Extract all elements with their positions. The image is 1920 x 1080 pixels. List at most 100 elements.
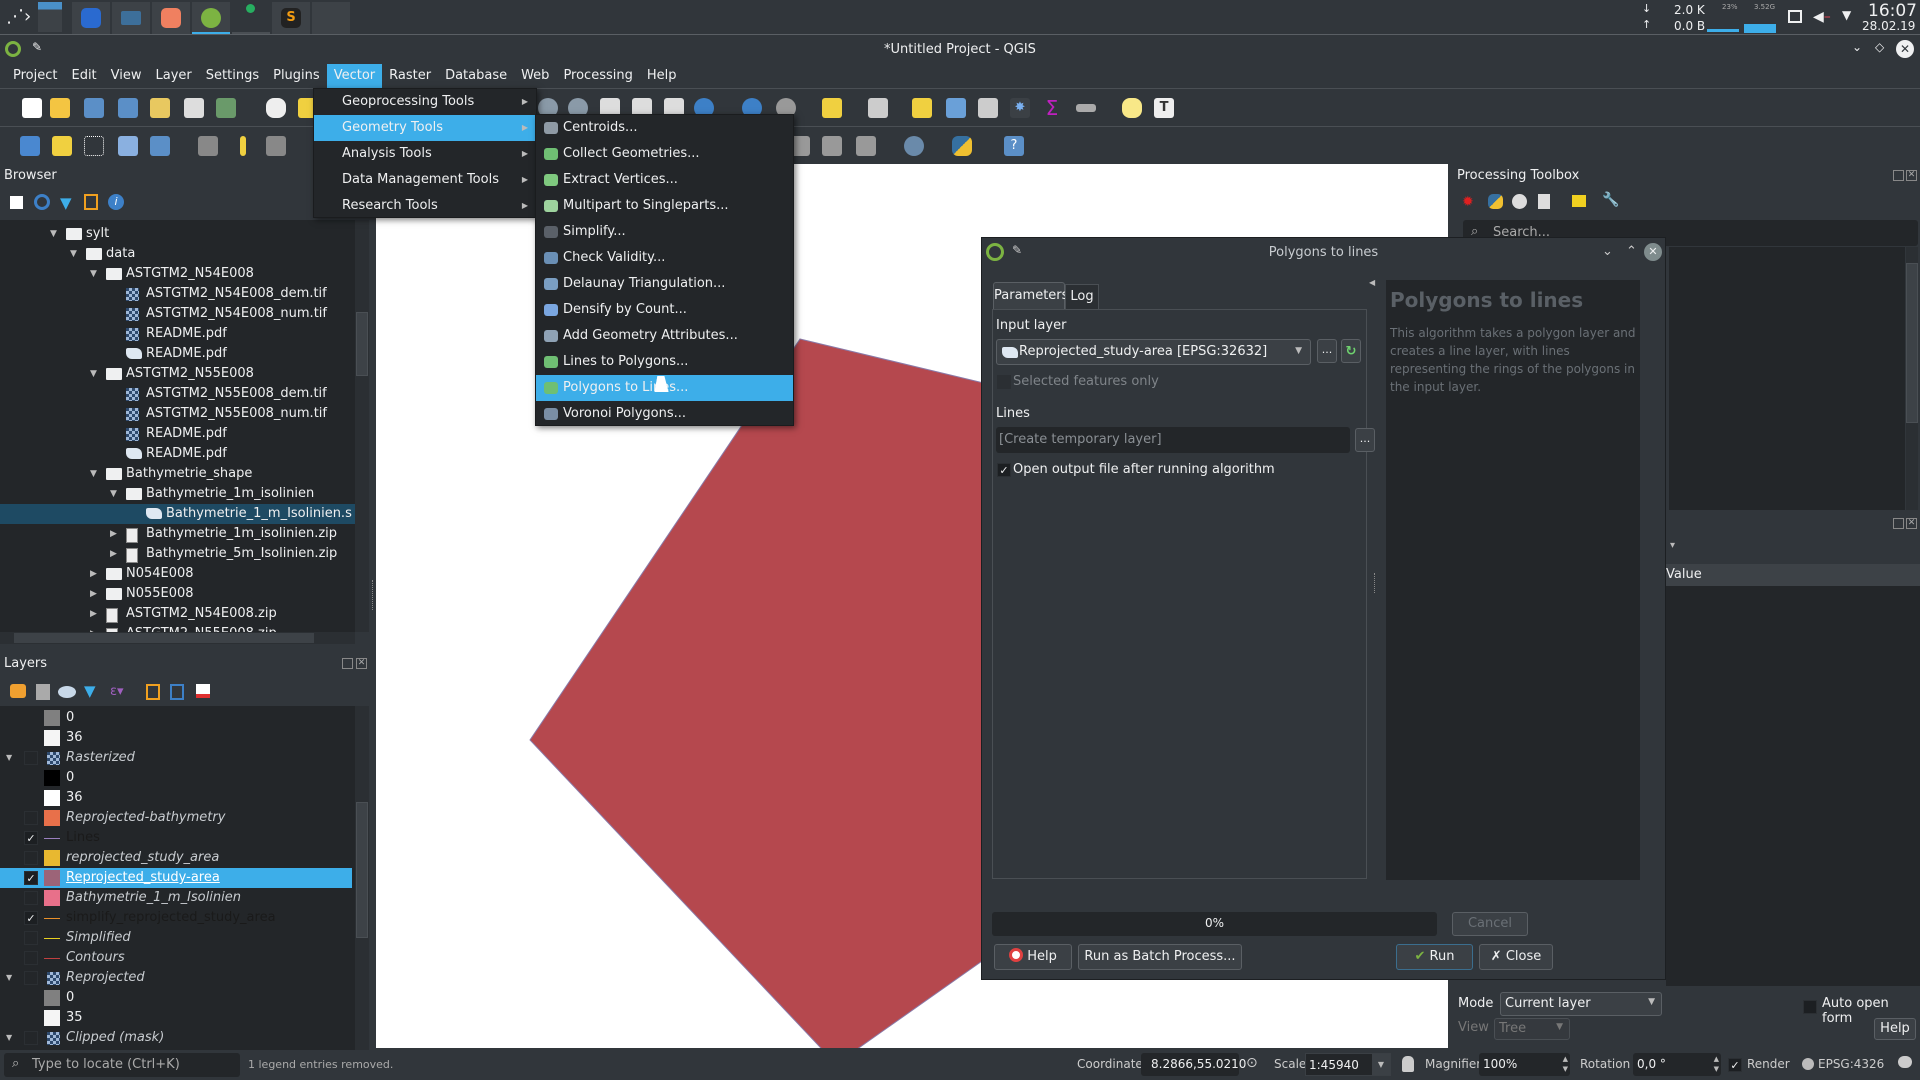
statistics-sigma-icon[interactable]: Σ <box>1042 98 1062 118</box>
layout-manager-icon[interactable] <box>184 98 204 118</box>
layer-visibility-checkbox[interactable] <box>24 971 38 985</box>
dock-close-icon[interactable]: ✕ <box>356 658 367 669</box>
layer-visibility-checkbox[interactable]: ✓ <box>24 911 38 925</box>
selected-features-only-checkbox[interactable] <box>997 375 1011 389</box>
view-select[interactable]: Tree ▼ <box>1494 1018 1570 1040</box>
menu-database[interactable]: Database <box>438 64 514 88</box>
pager-icon[interactable] <box>38 2 62 32</box>
legend-entry[interactable]: 0 <box>0 768 352 788</box>
expand-arrow-icon[interactable]: ▼ <box>90 264 102 284</box>
dock-close-icon[interactable]: ✕ <box>1906 170 1917 181</box>
dock-float-icon[interactable] <box>1893 518 1904 529</box>
open-project-icon[interactable] <box>50 98 70 118</box>
browser-item[interactable]: ▼ ASTGTM2_N55E008 <box>0 364 355 384</box>
browser-item[interactable]: ▼ sylt <box>0 224 355 244</box>
clock-date[interactable]: 28.02.19 <box>1862 19 1915 33</box>
toggle-editing-icon[interactable] <box>240 136 246 156</box>
app-launcher-icon[interactable]: ⋰› <box>6 6 31 28</box>
new-geopackage-icon[interactable] <box>52 136 72 156</box>
crs-globe-icon[interactable] <box>1802 1058 1814 1070</box>
map-tips-icon[interactable] <box>1122 98 1142 118</box>
clock-time[interactable]: 16:07 <box>1868 1 1917 21</box>
expand-arrow-icon[interactable]: ▼ <box>50 224 62 244</box>
layer-item[interactable]: ▼ Reprojected <box>0 968 352 988</box>
menu-settings[interactable]: Settings <box>199 64 266 88</box>
browser-item[interactable]: README.pdf <box>0 344 355 364</box>
deselect-icon[interactable] <box>912 98 932 118</box>
help-collapse-arrow-icon[interactable]: ◀ <box>1369 278 1375 287</box>
expand-all-icon[interactable] <box>146 684 160 700</box>
layer-visibility-checkbox[interactable] <box>24 811 38 825</box>
geometry-menu-item[interactable]: Centroids... <box>536 115 793 141</box>
geometry-menu-item[interactable]: Extract Vertices... <box>536 167 793 193</box>
expand-arrow-icon[interactable]: ▼ <box>90 364 102 384</box>
results-viewer-icon[interactable] <box>1538 194 1550 209</box>
legend-entry[interactable]: 36 <box>0 788 352 808</box>
browser-item[interactable]: ▼ data <box>0 244 355 264</box>
input-layer-select[interactable]: Reprojected_study-area [EPSG:32632] ▼ <box>996 339 1311 365</box>
layers-scroll-thumb[interactable] <box>356 802 368 938</box>
layer-item[interactable]: Reprojected-bathymetry <box>0 808 352 828</box>
toggle-extents-mouse-icon[interactable]: ⊙ <box>1246 1055 1258 1071</box>
browser-item[interactable]: ▶ Bathymetrie_1m_isolinien.zip <box>0 524 355 544</box>
browser-item[interactable]: ▶ N055E008 <box>0 584 355 604</box>
browser-item[interactable]: README.pdf <box>0 444 355 464</box>
add-selected-icon[interactable] <box>10 196 23 209</box>
coordinate-field[interactable]: 8.2866,55.0210 <box>1141 1053 1246 1076</box>
browser-item[interactable]: ▼ Bathymetrie_shape <box>0 464 355 484</box>
menu-layer[interactable]: Layer <box>149 64 199 88</box>
browser-item[interactable]: ASTGTM2_N54E008_dem.tif <box>0 284 355 304</box>
manage-visibility-icon[interactable] <box>58 686 76 698</box>
data-source-manager-icon[interactable] <box>20 136 40 156</box>
collapse-arrow-icon[interactable]: ▶ <box>110 524 122 544</box>
vector-menu-item[interactable]: Geoprocessing Tools ▶ <box>314 89 536 115</box>
identify-help-button[interactable]: Help <box>1874 1018 1916 1040</box>
tab-parameters[interactable]: Parameters <box>993 282 1068 310</box>
run-as-batch-button[interactable]: Run as Batch Process... <box>1078 944 1242 970</box>
expand-arrow-icon[interactable]: ▼ <box>6 1028 12 1048</box>
browser-item[interactable]: ASTGTM2_N55E008_num.tif <box>0 404 355 424</box>
taskbar-app-qgis[interactable] <box>192 2 230 34</box>
lock-scale-icon[interactable] <box>1402 1056 1414 1072</box>
layer-item[interactable]: ▼ Clipped (mask) <box>0 1028 352 1048</box>
locator-input[interactable]: ⌕ Type to locate (Ctrl+K) <box>4 1053 240 1077</box>
geometry-menu-item[interactable]: Lines to Polygons... <box>536 349 793 375</box>
collapse-arrow-icon[interactable]: ▶ <box>110 544 122 564</box>
menu-project[interactable]: Project <box>6 64 64 88</box>
filter-legend-icon[interactable]: ▼ <box>84 682 96 700</box>
dialog-close-icon[interactable]: ✕ <box>1644 243 1662 261</box>
vector-menu-item[interactable]: Research Tools ▶ <box>314 193 536 219</box>
menu-help[interactable]: Help <box>640 64 684 88</box>
add-group-icon[interactable] <box>36 684 50 700</box>
select-by-value-icon[interactable] <box>868 98 888 118</box>
save-edits-icon[interactable] <box>266 136 286 156</box>
layer-item[interactable]: Simplified <box>0 928 352 948</box>
auto-open-form-checkbox[interactable] <box>1803 1000 1817 1014</box>
collapse-arrow-icon[interactable]: ▶ <box>90 564 102 584</box>
measure-icon[interactable] <box>1076 104 1096 112</box>
taskbar-app-firefox[interactable] <box>152 2 190 34</box>
menu-processing[interactable]: Processing <box>556 64 639 88</box>
save-as-icon[interactable] <box>118 98 138 118</box>
network-icon[interactable] <box>1788 10 1802 23</box>
layers-vscrollbar[interactable] <box>355 706 369 1050</box>
identify-toolbar-dropdown-icon[interactable]: ▾ <box>1670 540 1675 551</box>
menu-edit[interactable]: Edit <box>64 64 103 88</box>
close-button[interactable]: ✗ Close <box>1479 944 1553 970</box>
browser-scroll-thumb[interactable] <box>356 312 368 376</box>
browser-hscrollbar[interactable] <box>0 632 355 644</box>
toolbox-vscrollbar[interactable] <box>1906 247 1918 510</box>
taskbar-app-thunderbird[interactable] <box>72 2 110 34</box>
filter-icon[interactable]: ▼ <box>60 194 72 212</box>
refresh-browser-icon[interactable] <box>34 194 50 210</box>
layer-visibility-checkbox[interactable] <box>24 891 38 905</box>
lines-output-field[interactable]: [Create temporary layer] <box>996 427 1350 453</box>
splitter-handle[interactable] <box>1374 573 1376 593</box>
close-window-icon[interactable]: ✕ <box>1896 40 1914 58</box>
taskbar-app-sublime[interactable]: S <box>272 2 310 34</box>
expand-arrow-icon[interactable]: ▼ <box>110 484 122 504</box>
browser-vscrollbar[interactable] <box>355 220 369 632</box>
filter-expression-icon[interactable]: ε▾ <box>110 684 124 699</box>
layer-visibility-checkbox[interactable]: ✓ <box>24 871 38 885</box>
geometry-menu-item[interactable]: Simplify... <box>536 219 793 245</box>
